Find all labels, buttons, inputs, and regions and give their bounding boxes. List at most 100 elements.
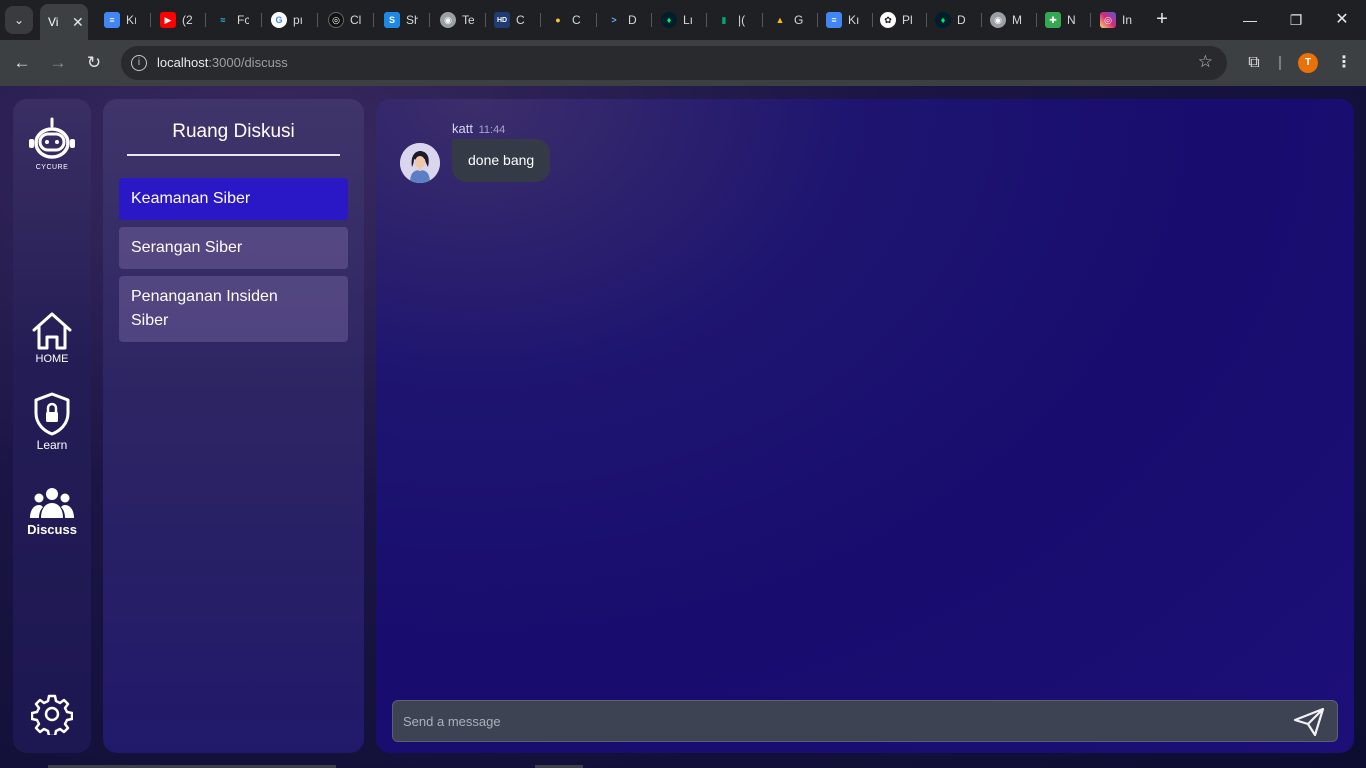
tab-divider [205,13,206,27]
nav-discuss-label: Discuss [27,522,77,537]
reload-icon[interactable]: ↻ [82,51,106,75]
leaf-icon: ♦ [661,12,677,28]
restore-icon[interactable]: ❐ [1284,8,1308,32]
tab-title: D [957,13,966,27]
new-tab-button[interactable]: + [1152,8,1172,30]
room-item-keamanan-siber[interactable]: Keamanan Siber [119,178,348,220]
tab-divider [373,13,374,27]
tab-divider [596,13,597,27]
bookmark-star-icon[interactable]: ☆ [1198,52,1213,72]
tab-search-button[interactable]: ⌄ [5,6,33,34]
tab-divider [485,13,486,27]
extensions-icon[interactable]: ⧉ [1242,51,1266,75]
message-bubble: done bang [452,139,551,182]
app-logo[interactable]: CYCURE [26,117,78,171]
tab[interactable]: ▲ G [772,6,806,34]
room-item-serangan-siber[interactable]: Serangan Siber [119,227,348,269]
tab-active[interactable]: Vi ✕ [40,4,88,40]
tab[interactable]: ♦ Lı [661,6,695,34]
tab-divider [817,13,818,27]
docs-icon: ≡ [104,12,120,28]
room-item-penanganan-insiden-siber[interactable]: Penanganan Insiden Siber [119,276,348,342]
nav-discuss[interactable]: Discuss [13,487,91,537]
nav-learn-label: Learn [36,438,68,452]
nav-rail: CYCURE HOME Learn Discuss [13,99,91,753]
tab-divider [706,13,707,27]
tab-divider [651,13,652,27]
tab[interactable]: ✿ Pl [880,6,914,34]
tab[interactable]: ≈ Fc [215,6,249,34]
tab[interactable]: ≡ Kı [104,6,136,34]
tab[interactable]: ▶ (2 [160,6,194,34]
tab[interactable]: ≡ Kı [826,6,860,34]
message-username[interactable]: katt [452,121,473,136]
toolbar-divider [1279,56,1281,70]
tab-divider [317,13,318,27]
send-icon [1293,707,1325,737]
close-icon[interactable]: ✕ [72,14,84,31]
tab[interactable]: Gpı [271,6,305,34]
url-text[interactable]: localhost:3000/discuss [157,55,288,70]
message-input[interactable] [403,710,1263,732]
rooms-title-divider [127,154,340,156]
message-composer [392,700,1338,742]
sheets-icon: ✚ [1045,12,1061,28]
tab-title: Lı [683,13,694,27]
window-close-icon[interactable]: ✕ [1330,8,1354,32]
send-button[interactable] [1293,707,1325,737]
tab-title: Fc [237,13,249,27]
rooms-title: Ruang Diskusi [172,121,295,142]
tab[interactable]: HD C [494,6,528,34]
tab-title: M [1012,13,1022,27]
tab-divider [762,13,763,27]
nav-learn[interactable]: Learn [13,391,91,452]
browser-tab-strip: ⌄ Vi ✕ ≡ Kı ▶ (2 ≈ Fc Gpı ◎ Cl S Sh ◉ Te HD C ●… [0,0,1366,40]
tab-title: Te [462,13,474,27]
openai-icon: ✿ [880,12,896,28]
tab[interactable]: ◉ M [990,6,1024,34]
nav-home[interactable]: HOME [13,311,91,365]
address-bar[interactable]: i localhost:3000/discuss ☆ [121,46,1227,80]
tab[interactable]: > D [606,6,640,34]
tab[interactable]: ▮ |( [716,6,750,34]
tab[interactable]: ♦ D [935,6,969,34]
nav-home-label: HOME [35,353,69,365]
menu-dots-icon[interactable]: ⋮ [1332,51,1356,75]
chat-panel: katt 11:44 done bang [376,99,1354,753]
group-icon [30,488,74,518]
person-icon: ● [555,15,561,25]
tab-title: Sh [406,13,418,27]
tab[interactable]: ● C [550,6,584,34]
url-host: localhost [157,55,209,70]
drive-icon: ▲ [775,15,785,25]
avatar[interactable] [400,143,440,183]
tab-title: Cl [350,13,362,27]
tab[interactable]: ◎ In [1100,6,1134,34]
site-info-icon[interactable]: i [131,55,147,71]
forward-arrow-icon[interactable]: → [46,51,70,75]
dark-circle-icon: ◎ [328,12,344,28]
tab-title: D [628,13,637,27]
profile-avatar[interactable]: T [1298,53,1318,73]
tab-title: C [572,13,581,27]
minimize-icon[interactable]: — [1238,8,1262,32]
tab-title: (2 [182,13,193,27]
leaf-icon: ♦ [935,12,951,28]
tab[interactable]: ✚ N [1045,6,1079,34]
shield-lock-icon [34,392,70,436]
settings-button[interactable] [30,693,74,738]
chevron-down-icon: ⌄ [13,13,25,27]
instagram-icon: ◎ [1100,12,1116,28]
home-icon [32,312,72,350]
back-arrow-icon[interactable]: ← [10,51,34,75]
tab-divider [261,13,262,27]
tab[interactable]: ◎ Cl [328,6,362,34]
tab-title: pı [293,13,304,27]
tab-divider [1090,13,1091,27]
green-bar-icon: ▮ [721,14,727,25]
tab[interactable]: S Sh [384,6,418,34]
youtube-icon: ▶ [160,12,176,28]
terminal-icon: > [611,15,617,25]
tab[interactable]: ◉ Te [440,6,474,34]
tab-title: Kı [848,13,860,27]
